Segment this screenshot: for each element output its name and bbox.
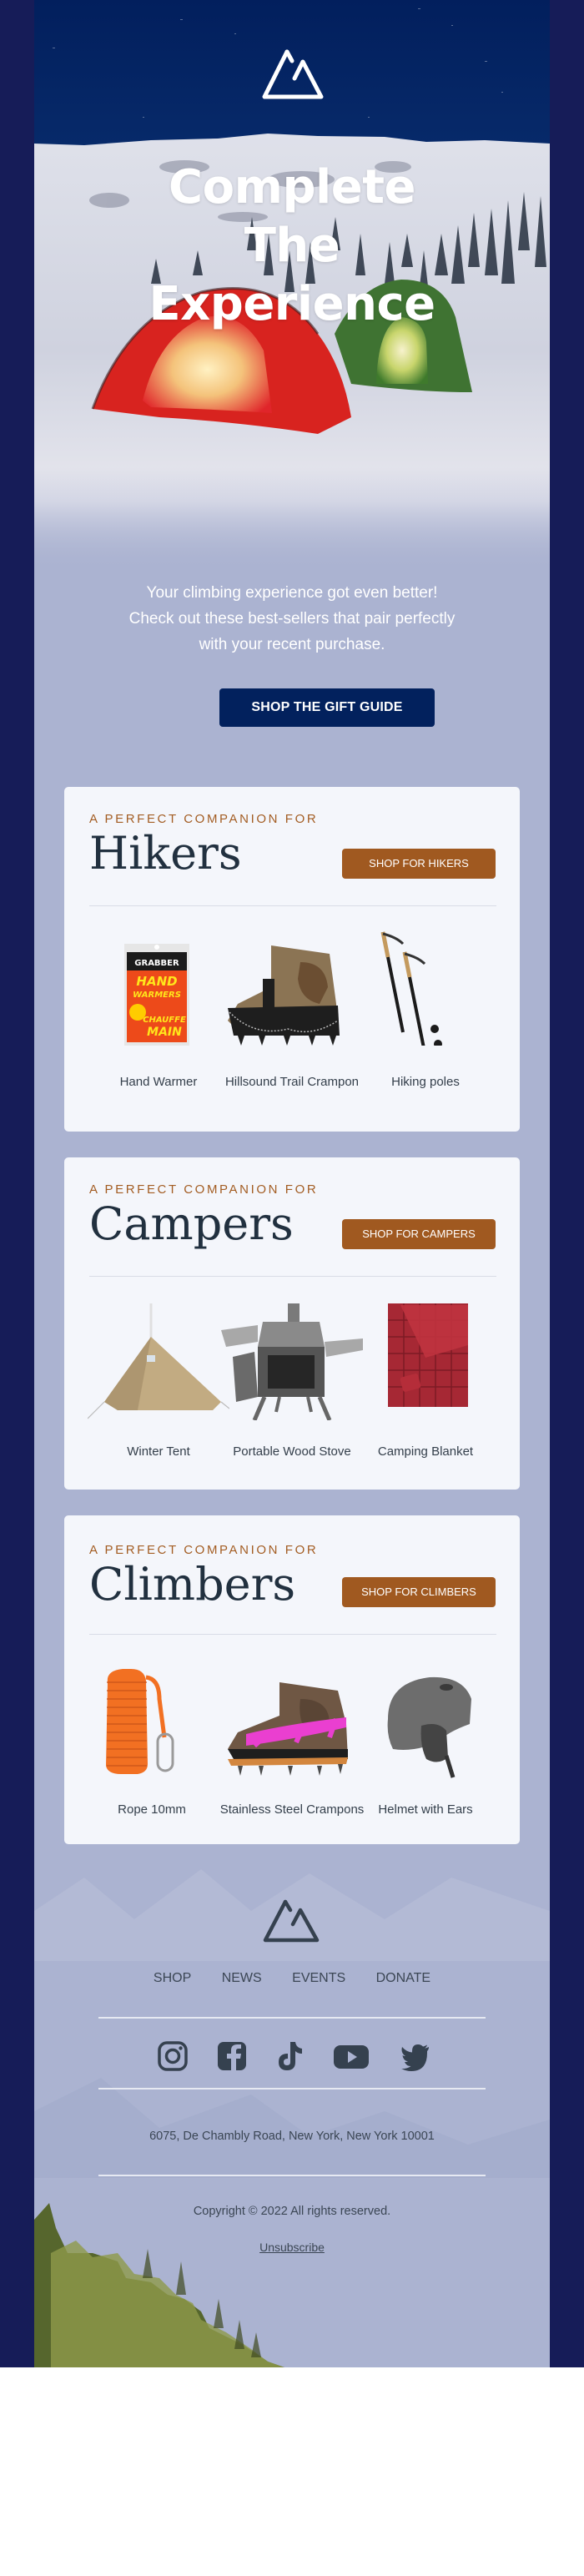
footer-divider	[98, 2175, 486, 2176]
hero-title-line: The	[244, 219, 340, 273]
intro-line: Your climbing experience got even better…	[146, 584, 438, 602]
footer-address: 6075, De Chambly Road, New York, New Yor…	[149, 2130, 435, 2143]
camping-blanket-image	[388, 1303, 468, 1407]
winter-tent-image	[88, 1303, 229, 1419]
social-links	[34, 2040, 550, 2074]
section-card-hikers: A PERFECT COMPANION FOR Hikers SHOP FOR …	[64, 787, 520, 1132]
crampon-boot-image	[228, 945, 340, 1046]
hand-warmer-image: GRABBER HAND WARMERS CHAUFFE MAIN	[124, 944, 189, 1046]
footer-copyright: Copyright © 2022 All rights reserved.	[193, 2205, 391, 2218]
svg-text:GRABBER: GRABBER	[134, 959, 179, 968]
intro-line: with your recent purchase.	[199, 636, 385, 653]
footer-nav-donate[interactable]: DONATE	[376, 1971, 430, 1986]
section-title: Climbers	[89, 1558, 296, 1611]
email-outer-background: Complete The Experience Your climbing ex…	[0, 0, 584, 2367]
section-title: Hikers	[89, 827, 242, 880]
tiktok-icon[interactable]	[274, 2040, 305, 2072]
product-name[interactable]: Hiking poles	[346, 1075, 505, 1089]
intro-line: Check out these best-sellers that pair p…	[128, 610, 456, 628]
section-divider	[89, 1634, 496, 1635]
hiking-poles-image	[380, 931, 442, 1046]
twitter-icon[interactable]	[400, 2040, 431, 2072]
hero-title-line: Complete	[169, 160, 415, 214]
unsubscribe-container: Unsubscribe	[34, 2241, 550, 2256]
section-card-climbers: A PERFECT COMPANION FOR Climbers SHOP FO…	[64, 1515, 520, 1844]
shop-for-campers-button[interactable]: SHOP FOR CAMPERS	[342, 1219, 496, 1249]
section-title: Campers	[89, 1197, 294, 1250]
section-eyebrow: A PERFECT COMPANION FOR	[89, 1543, 319, 1557]
footer-nav-events[interactable]: EVENTS	[292, 1971, 345, 1986]
hero-banner: Complete The Experience	[34, 0, 550, 567]
svg-text:CHAUFFE: CHAUFFE	[143, 1016, 186, 1025]
brand-logo-icon[interactable]	[261, 47, 325, 100]
footer-divider	[98, 2088, 486, 2090]
svg-text:MAIN: MAIN	[147, 1026, 182, 1039]
section-divider	[89, 905, 496, 906]
section-eyebrow: A PERFECT COMPANION FOR	[89, 1182, 319, 1197]
hero-title-line: Experience	[149, 277, 435, 331]
facebook-icon[interactable]	[216, 2040, 248, 2072]
svg-text:WARMERS: WARMERS	[133, 991, 181, 1000]
rope-image	[106, 1669, 174, 1774]
unsubscribe-link[interactable]: Unsubscribe	[259, 2241, 325, 2254]
footer-nav: SHOP NEWS EVENTS DONATE	[34, 1971, 550, 1986]
hero-title: Complete The Experience	[34, 159, 550, 334]
section-eyebrow: A PERFECT COMPANION FOR	[89, 812, 319, 826]
email-body: Complete The Experience Your climbing ex…	[34, 0, 550, 2367]
svg-text:HAND: HAND	[136, 974, 177, 989]
intro-text: Your climbing experience got even better…	[34, 580, 550, 658]
shop-for-hikers-button[interactable]: SHOP FOR HIKERS	[342, 849, 496, 879]
wood-stove-image	[221, 1303, 363, 1420]
instagram-icon[interactable]	[157, 2040, 189, 2072]
footer-divider	[98, 2017, 486, 2019]
product-name[interactable]: Helmet with Ears	[346, 1802, 505, 1817]
footer-nav-shop[interactable]: SHOP	[154, 1971, 191, 1986]
footer-logo-icon[interactable]	[262, 1898, 320, 1944]
product-name[interactable]: Rope 10mm	[73, 1802, 231, 1817]
footer-nav-news[interactable]: NEWS	[222, 1971, 262, 1986]
section-card-campers: A PERFECT COMPANION FOR Campers SHOP FOR…	[64, 1157, 520, 1490]
section-divider	[89, 1276, 496, 1277]
youtube-icon[interactable]	[333, 2040, 370, 2072]
steel-crampons-image	[228, 1682, 348, 1776]
product-name[interactable]: Camping Blanket	[346, 1444, 505, 1459]
shop-for-climbers-button[interactable]: SHOP FOR CLIMBERS	[342, 1577, 496, 1607]
helmet-image	[387, 1676, 471, 1778]
shop-gift-guide-button[interactable]: SHOP THE GIFT GUIDE	[219, 688, 435, 727]
